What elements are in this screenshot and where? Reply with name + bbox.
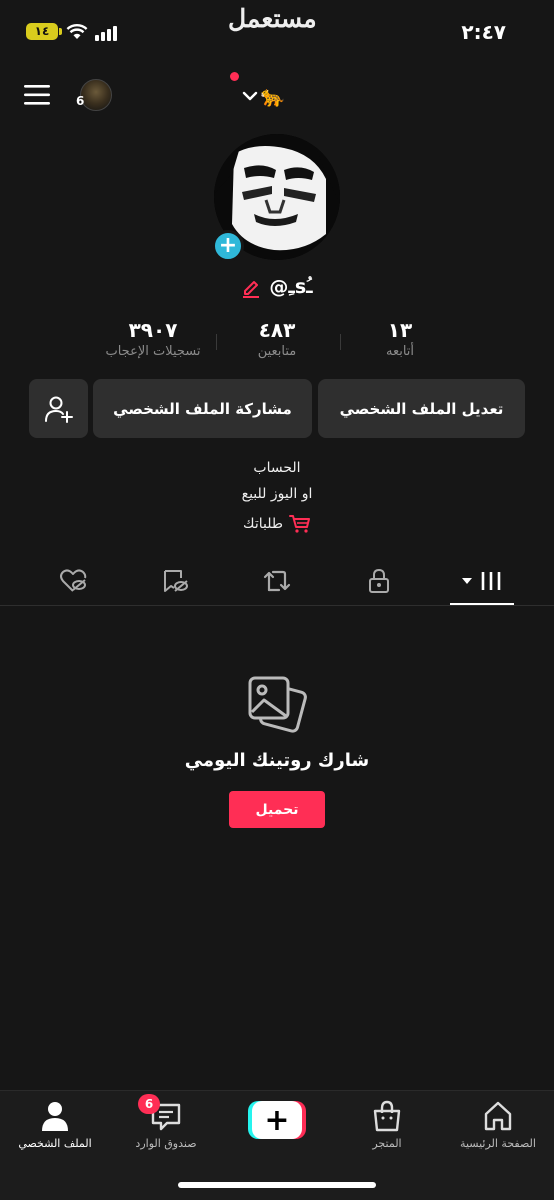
nav-label: صندوق الوارد xyxy=(135,1137,197,1150)
following-label: أتابعه xyxy=(385,344,415,359)
profile-avatar-container: + xyxy=(212,134,340,262)
lock-icon xyxy=(369,568,389,593)
content-tabs xyxy=(0,558,554,606)
profile-stats: ١٣ أتابعه ٤٨٣ متابعين ٣٩٠٧ تسجيلات الإعج… xyxy=(0,318,554,368)
plus-icon: + xyxy=(252,1101,302,1139)
followers-stat[interactable]: ٤٨٣ متابعين xyxy=(217,318,337,359)
story-count: 6 xyxy=(76,94,85,108)
share-profile-button[interactable]: مشاركة الملف الشخصي xyxy=(93,379,312,438)
bookmark-hidden-icon xyxy=(164,570,188,592)
following-stat[interactable]: ١٣ أتابعه xyxy=(340,318,460,359)
edit-profile-button[interactable]: تعديل الملف الشخصي xyxy=(318,379,525,438)
menu-icon[interactable] xyxy=(24,84,50,106)
tab-favorites[interactable] xyxy=(155,566,195,596)
followers-count: ٤٨٣ xyxy=(258,318,296,342)
nav-label: الصفحة الرئيسية xyxy=(460,1137,536,1150)
shop-icon xyxy=(373,1100,401,1132)
likes-stat[interactable]: ٣٩٠٧ تسجيلات الإعجاب xyxy=(93,318,213,359)
battery-level: ١٤ xyxy=(34,24,50,38)
heart-hidden-icon xyxy=(60,569,87,592)
tab-liked[interactable] xyxy=(53,566,93,596)
watermark: مستعمل xyxy=(228,4,318,33)
home-icon xyxy=(484,1101,512,1131)
followers-label: متابعين xyxy=(257,344,297,359)
nav-home[interactable]: الصفحة الرئيسية xyxy=(443,1099,553,1150)
repost-icon xyxy=(263,570,291,592)
wifi-icon xyxy=(66,24,88,39)
likes-count: ٣٩٠٧ xyxy=(128,318,178,342)
status-bar: ١٤ مستعمل ٢:٤٧ xyxy=(0,0,554,66)
story-avatar[interactable] xyxy=(80,79,112,111)
grid-dropdown-icon xyxy=(462,572,501,590)
inbox-badge: 6 xyxy=(138,1094,160,1114)
profile-handle: @ـِsـُ xyxy=(269,276,313,298)
add-friends-button[interactable] xyxy=(29,379,88,438)
chevron-down-icon xyxy=(242,91,258,101)
handle-row: @ـِsـُ xyxy=(0,276,554,298)
orders-label: طلباتك xyxy=(243,516,283,532)
nav-inbox[interactable]: صندوق الوارد xyxy=(111,1099,221,1150)
profile-bio: الحساب او اليوز للبيع xyxy=(0,455,554,507)
bio-line: الحساب xyxy=(253,460,301,476)
top-nav: 6 🐆 xyxy=(0,66,554,126)
nav-profile[interactable]: الملف الشخصي xyxy=(0,1099,110,1150)
photos-icon xyxy=(248,676,307,733)
following-count: ١٣ xyxy=(387,318,413,342)
upload-button[interactable]: تحميل xyxy=(229,791,325,828)
profile-icon xyxy=(42,1102,68,1131)
nav-shop[interactable]: المتجر xyxy=(332,1099,442,1150)
empty-state-title: شارك روتينك اليومي xyxy=(184,750,370,771)
tab-reposts[interactable] xyxy=(257,566,297,596)
status-time: ٢:٤٧ xyxy=(461,20,506,44)
nav-label: الملف الشخصي xyxy=(18,1137,92,1150)
home-indicator xyxy=(178,1182,376,1188)
account-switcher[interactable]: 🐆 xyxy=(242,84,285,108)
likes-label: تسجيلات الإعجاب xyxy=(105,344,201,359)
edit-icon[interactable] xyxy=(241,276,261,298)
active-tab-indicator xyxy=(450,603,514,605)
notification-dot xyxy=(230,72,239,81)
tab-videos[interactable] xyxy=(458,566,508,596)
cart-icon xyxy=(288,515,310,533)
signal-icon xyxy=(95,26,117,41)
battery-icon: ١٤ xyxy=(26,23,58,40)
bio-line: او اليوز للبيع xyxy=(241,486,313,502)
orders-link[interactable]: طلباتك xyxy=(0,514,554,534)
create-button[interactable]: + xyxy=(248,1101,306,1139)
tab-private[interactable] xyxy=(359,566,399,596)
username-emoji: 🐆 xyxy=(260,84,285,108)
nav-label: المتجر xyxy=(372,1137,402,1150)
add-avatar-button[interactable]: + xyxy=(212,230,244,262)
add-user-icon xyxy=(44,396,73,423)
